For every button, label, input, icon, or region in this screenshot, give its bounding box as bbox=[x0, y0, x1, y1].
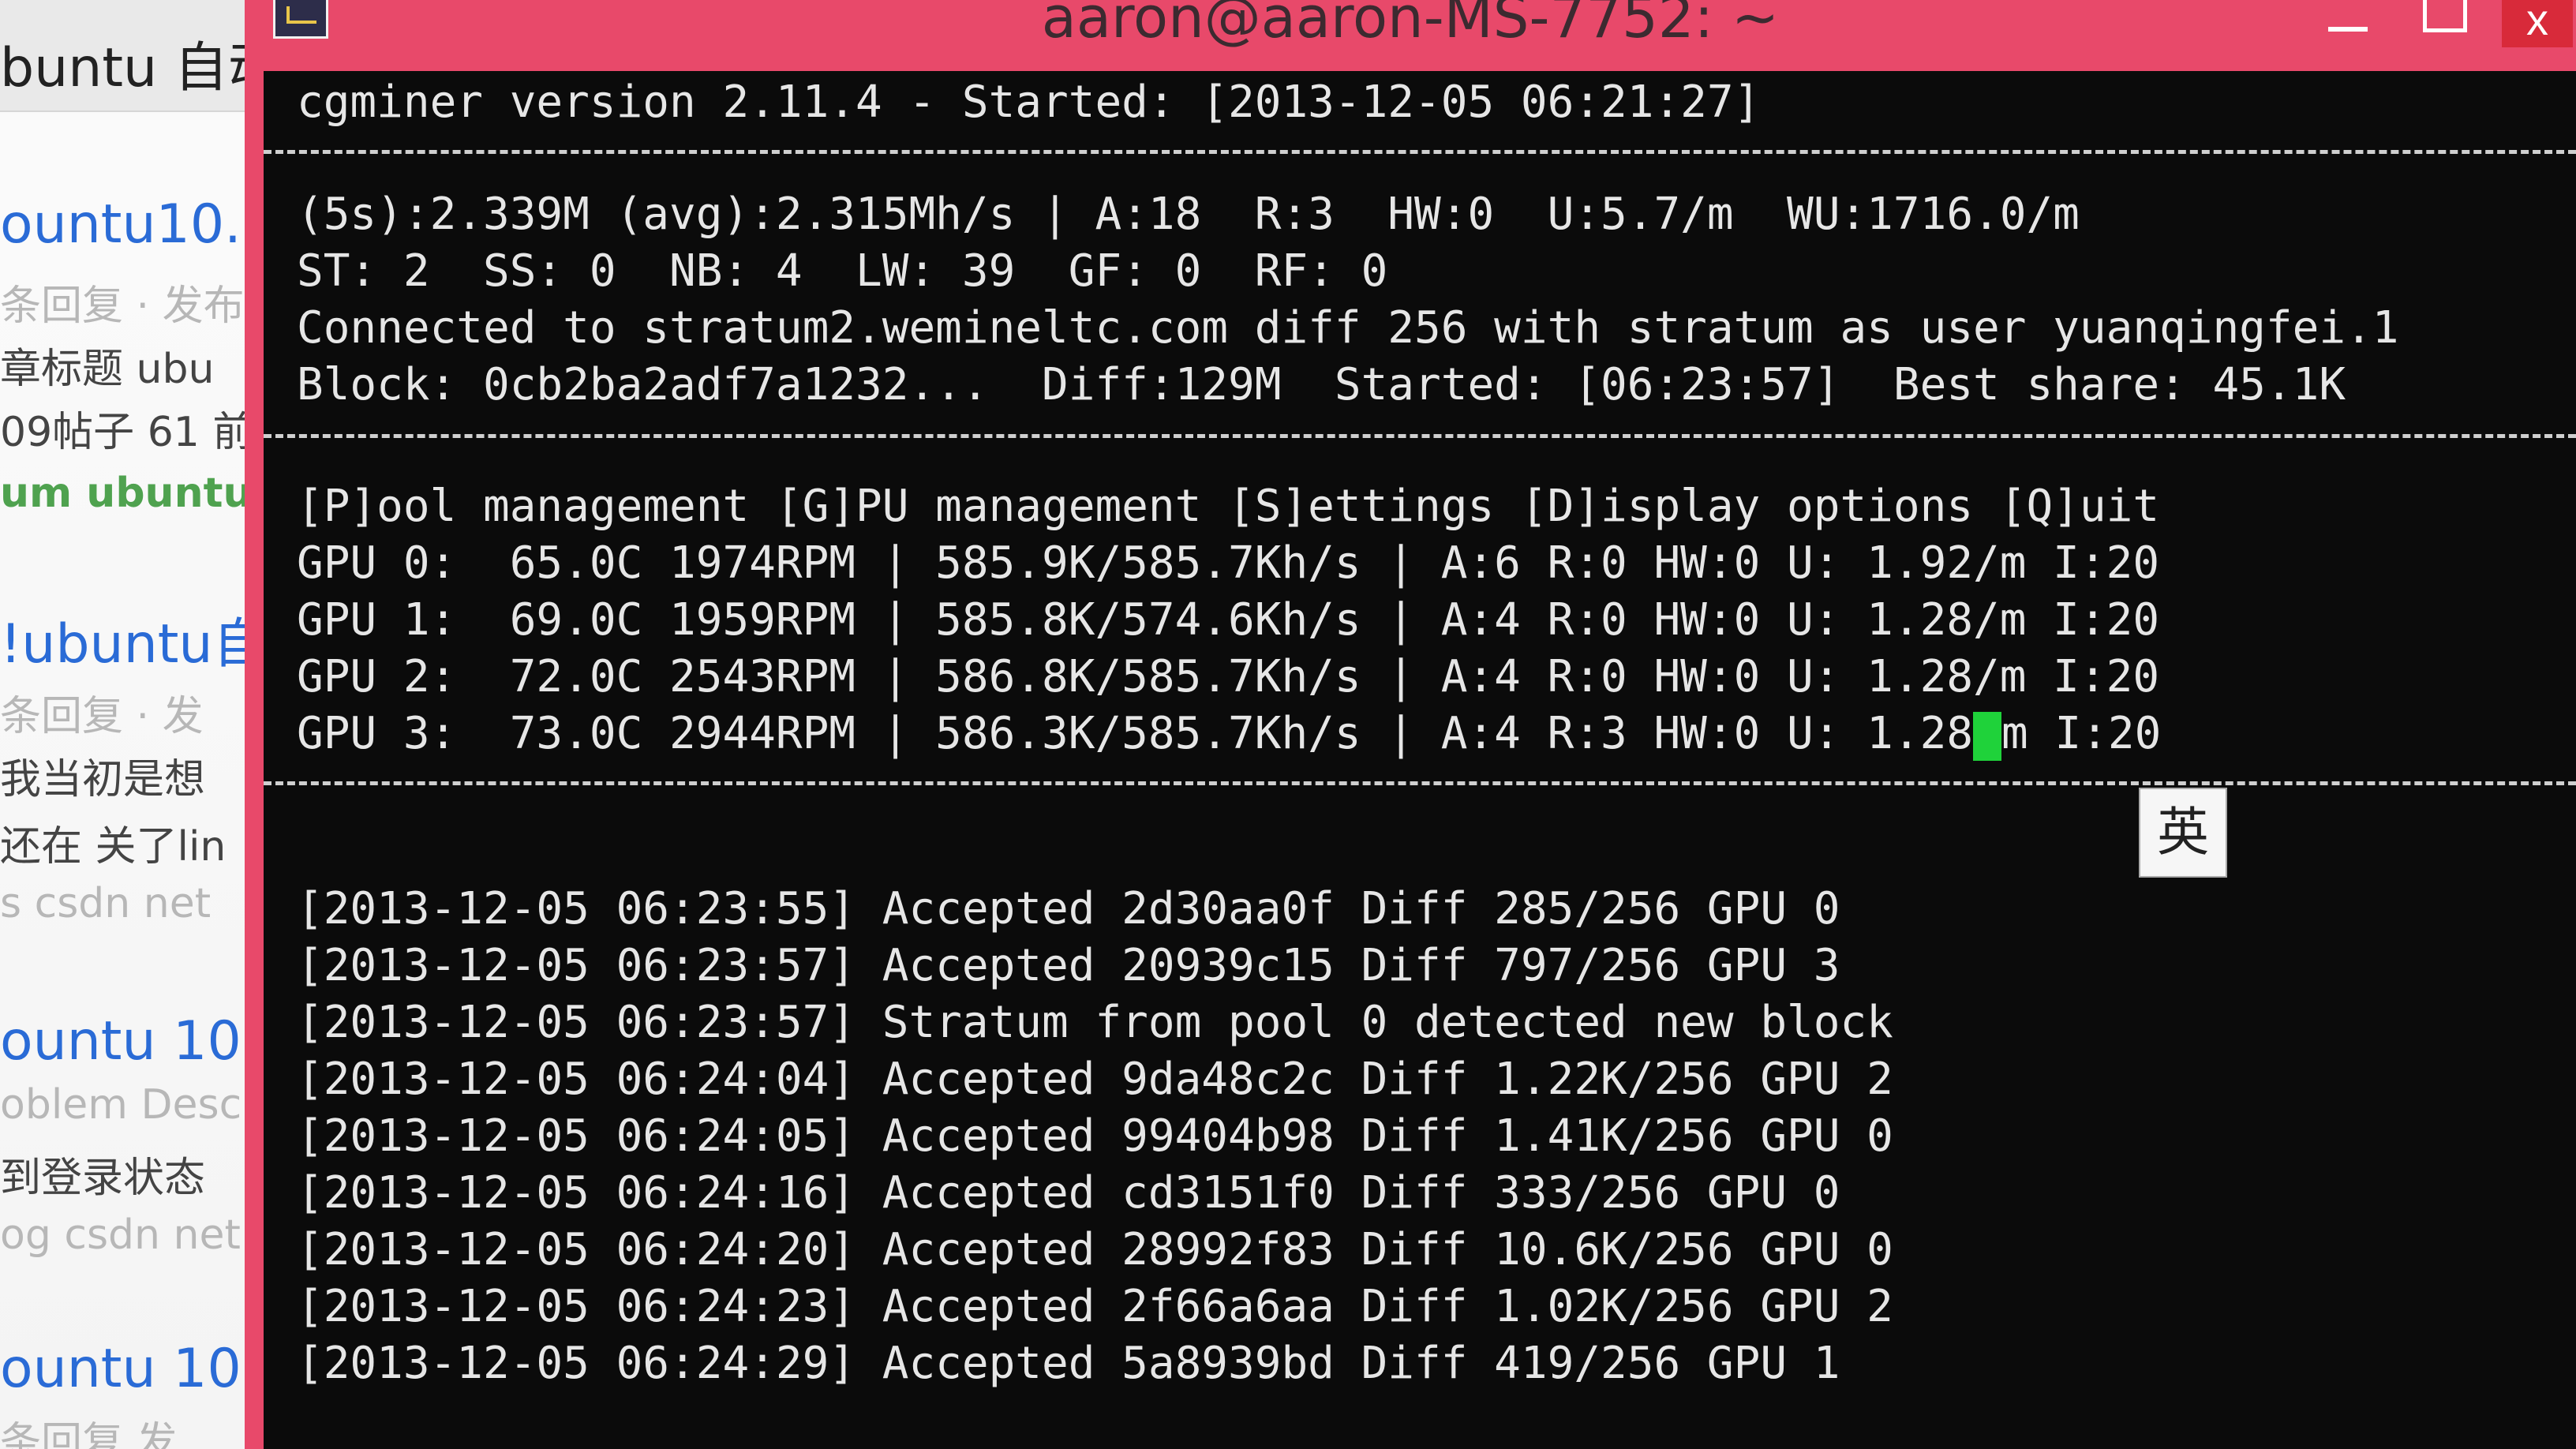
result-title-link[interactable]: !ubuntu自 bbox=[0, 600, 253, 678]
pool-connection: Connected to stratum2.wemineltc.com diff… bbox=[297, 302, 2399, 354]
browser-tab-title: buntu 自动 bbox=[0, 37, 253, 99]
browser-tab[interactable]: buntu 自动 bbox=[0, 0, 253, 112]
hashrate-summary: (5s):2.339M (avg):2.315Mh/s | A:18 R:3 H… bbox=[297, 189, 2080, 240]
gpu-status-row: GPU 2: 72.0C 2543RPM | 586.8K/585.7Kh/s … bbox=[297, 651, 2160, 702]
background-browser-page: buntu 自动 ountu10.04 条回复 · 发布 章标题 ubu 09帖… bbox=[0, 0, 253, 1449]
result-url[interactable]: s csdn net bbox=[0, 880, 211, 927]
text-cursor bbox=[1973, 711, 2002, 761]
stratum-stats: ST: 2 SS: 0 NB: 4 LW: 39 GF: 0 RF: 0 bbox=[297, 245, 1388, 297]
log-line: [2013-12-05 06:23:55] Accepted 2d30aa0f … bbox=[297, 883, 1840, 934]
terminal-screen[interactable]: cgminer version 2.11.4 - Started: [2013-… bbox=[264, 71, 2576, 1449]
close-button[interactable]: x bbox=[2502, 0, 2573, 47]
log-line: [2013-12-05 06:24:29] Accepted 5a8939bd … bbox=[297, 1338, 1840, 1389]
window-titlebar[interactable]: aaron@aaron-MS-7752: ~ x bbox=[245, 0, 2576, 71]
result-url[interactable]: um ubuntu bbox=[0, 470, 252, 517]
log-line: [2013-12-05 06:24:05] Accepted 99404b98 … bbox=[297, 1110, 1893, 1162]
gpu-status-row: GPU 3: 73.0C 2944RPM | 586.3K/585.7Kh/s … bbox=[297, 709, 2161, 761]
cgminer-header: cgminer version 2.11.4 - Started: [2013-… bbox=[297, 77, 1761, 128]
result-snippet: 章标题 ubu bbox=[0, 346, 215, 393]
divider bbox=[264, 434, 2576, 438]
result-title-link[interactable]: ountu10.04 bbox=[0, 193, 253, 256]
divider bbox=[264, 150, 2576, 154]
result-snippet: oblem Desc bbox=[0, 1081, 242, 1129]
gpu-status-row: GPU 0: 65.0C 1974RPM | 585.9K/585.7Kh/s … bbox=[297, 537, 2160, 589]
log-line: [2013-12-05 06:24:04] Accepted 9da48c2c … bbox=[297, 1054, 1893, 1105]
result-title-link[interactable]: ountu 10.0 bbox=[0, 1338, 253, 1400]
gpu3-status-text: GPU 3: 73.0C 2944RPM | 586.3K/585.7Kh/s … bbox=[297, 708, 1974, 759]
log-line: [2013-12-05 06:24:23] Accepted 2f66a6aa … bbox=[297, 1281, 1893, 1332]
menu-bar[interactable]: [P]ool management [G]PU management [S]et… bbox=[297, 481, 2159, 532]
result-snippet: 还在 关了lin bbox=[0, 823, 227, 871]
result-snippet: 到登录状态 bbox=[0, 1155, 206, 1202]
result-meta: 条回复 · 发 bbox=[0, 693, 204, 740]
window-title: aaron@aaron-MS-7752: ~ bbox=[1041, 0, 1780, 51]
terminal-window: aaron@aaron-MS-7752: ~ x cgminer version… bbox=[245, 0, 2576, 1449]
log-line: [2013-12-05 06:24:16] Accepted cd3151f0 … bbox=[297, 1167, 1840, 1219]
maximize-button[interactable] bbox=[2407, 0, 2478, 47]
ime-language-indicator[interactable]: 英 bbox=[2139, 788, 2227, 878]
result-snippet: 我当初是想 bbox=[0, 756, 206, 803]
log-line: [2013-12-05 06:23:57] Stratum from pool … bbox=[297, 997, 1893, 1048]
minimize-button[interactable] bbox=[2312, 0, 2383, 47]
log-line: [2013-12-05 06:24:20] Accepted 28992f83 … bbox=[297, 1224, 1893, 1275]
gpu3-status-text-tail: m I:20 bbox=[2001, 708, 2162, 759]
gpu-status-row: GPU 1: 69.0C 1959RPM | 585.8K/574.6Kh/s … bbox=[297, 594, 2160, 646]
result-meta: 条回复 发 bbox=[0, 1419, 178, 1449]
result-meta: 条回复 · 发布 bbox=[0, 283, 245, 330]
block-info: Block: 0cb2ba2adf7a1232... Diff:129M Sta… bbox=[297, 359, 2346, 410]
result-snippet: 09帖子 61 前 bbox=[0, 409, 253, 456]
result-url[interactable]: og csdn net bbox=[0, 1211, 241, 1259]
divider bbox=[264, 781, 2576, 785]
log-line: [2013-12-05 06:23:57] Accepted 20939c15 … bbox=[297, 940, 1840, 991]
result-title-link[interactable]: ountu 10.0 bbox=[0, 1010, 253, 1073]
